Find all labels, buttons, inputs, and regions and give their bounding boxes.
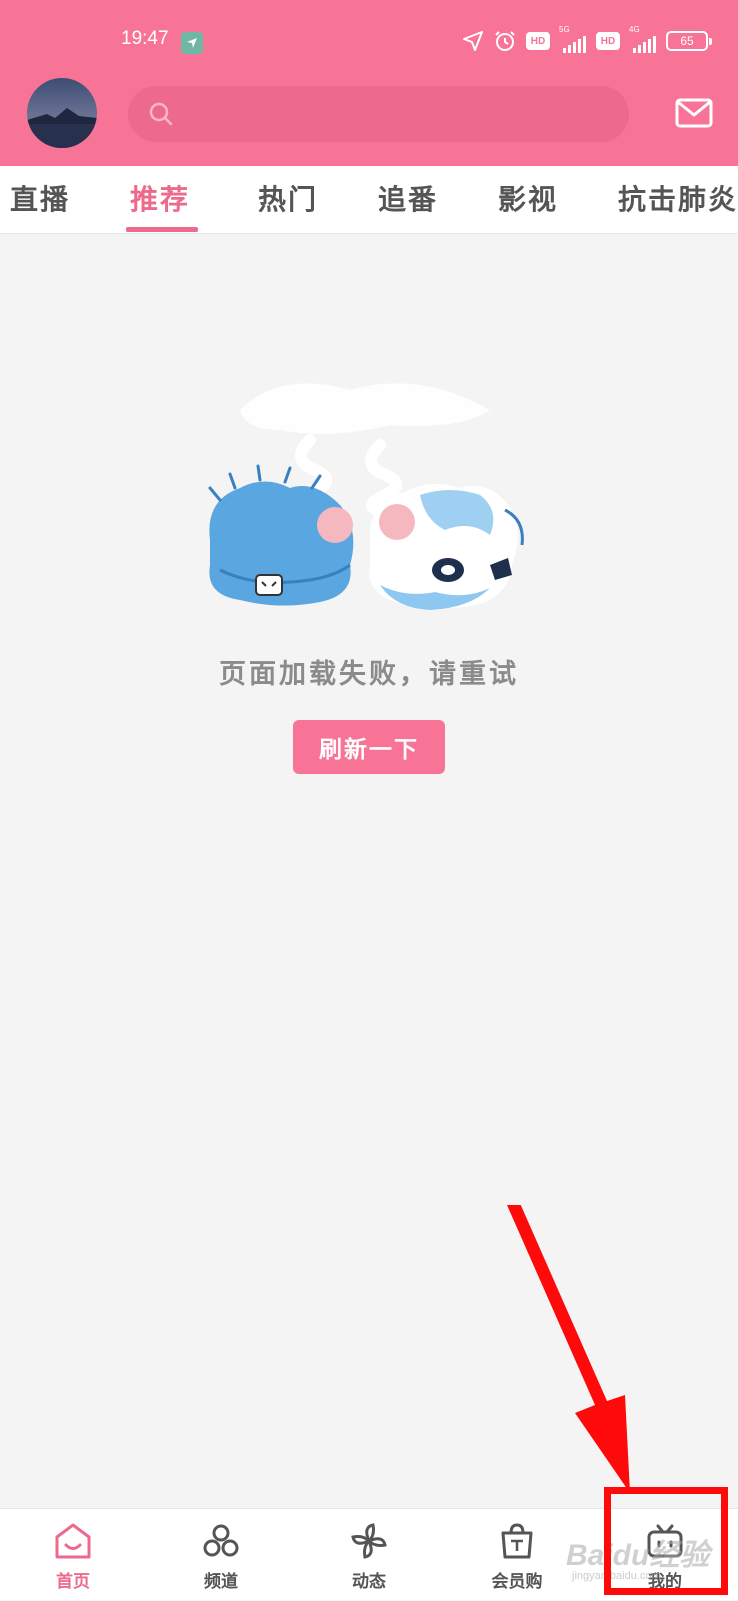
tab-recommend[interactable]: 推荐: [130, 178, 190, 218]
status-icons: HD 5G HD 4G 65: [462, 24, 712, 58]
error-mascots-illustration: [208, 383, 524, 610]
nav-member-shop[interactable]: 会员购: [462, 1509, 572, 1601]
avatar[interactable]: [27, 78, 97, 148]
hd-badge-2: HD: [596, 32, 620, 50]
channel-circles-icon: [203, 1524, 239, 1557]
search-input[interactable]: [128, 86, 629, 142]
category-tabs: 直播 推荐 热门 追番 影视 抗击肺炎: [0, 166, 738, 234]
top-header: 19:47 HD 5G HD 4G 65: [0, 0, 738, 166]
shopping-bag-icon: [501, 1523, 533, 1559]
nav-dynamics[interactable]: 动态: [314, 1509, 424, 1601]
tab-hot[interactable]: 热门: [258, 178, 318, 218]
hd-badge: HD: [526, 32, 550, 50]
signal-4g-icon: 4G: [629, 25, 657, 53]
navigation-icon: [181, 32, 203, 54]
tab-active-indicator: [126, 227, 198, 232]
annotation-highlight-box: [604, 1487, 728, 1595]
annotation-arrow: [507, 1205, 630, 1493]
location-arrow-icon: [463, 31, 483, 51]
nav-channel[interactable]: 频道: [166, 1509, 276, 1601]
mail-icon[interactable]: [675, 98, 713, 128]
refresh-button[interactable]: 刷新一下: [293, 720, 445, 774]
signal-5g-icon: 5G: [559, 25, 587, 53]
home-tv-icon: [55, 1523, 91, 1559]
error-message: 页面加载失败，请重试: [219, 659, 519, 690]
alarm-icon: [495, 31, 515, 51]
search-icon: [149, 102, 173, 126]
tab-fight-pneumonia[interactable]: 抗击肺炎: [618, 178, 738, 218]
tab-bangumi[interactable]: 追番: [378, 178, 438, 218]
nav-home[interactable]: 首页: [18, 1509, 128, 1601]
battery-indicator: 65: [666, 31, 712, 51]
status-time: 19:47: [121, 28, 169, 49]
tab-live[interactable]: 直播: [10, 178, 70, 218]
tab-movies[interactable]: 影视: [498, 178, 558, 218]
pinwheel-icon: [351, 1523, 387, 1559]
